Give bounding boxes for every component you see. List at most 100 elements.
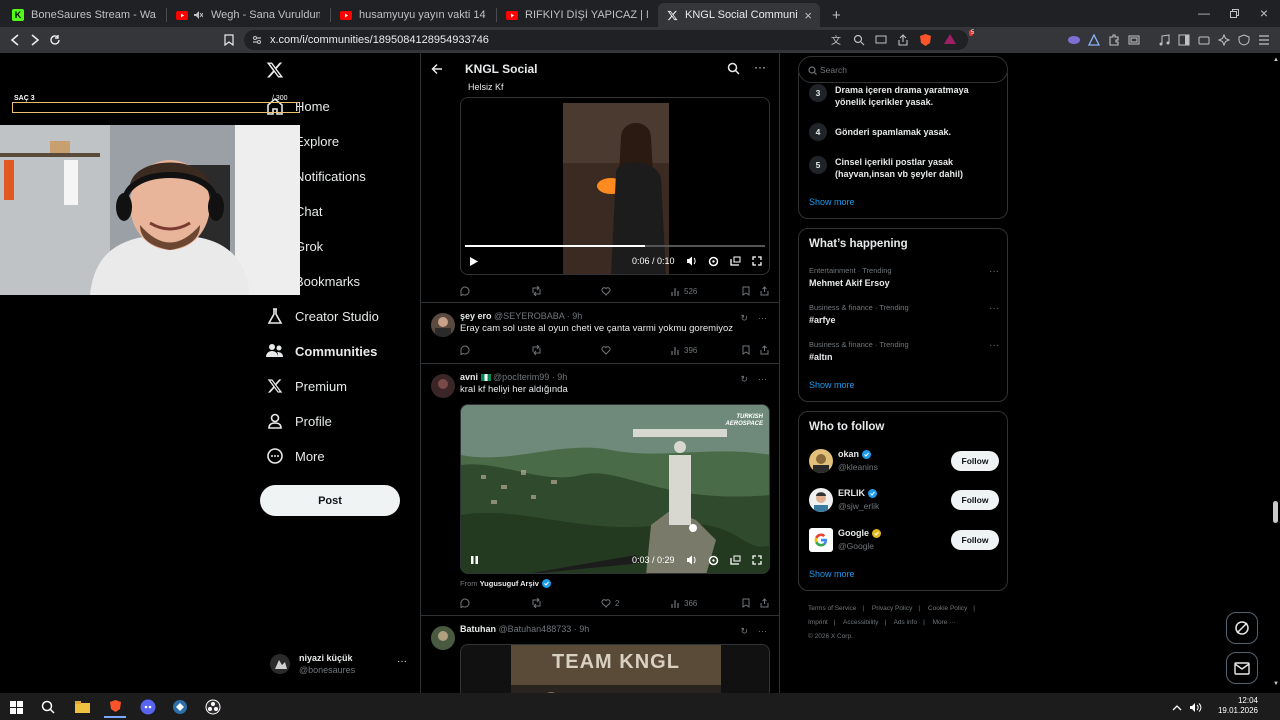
pip-icon[interactable] <box>730 256 741 266</box>
tweet-image[interactable]: TEAM KNGL <box>460 644 770 693</box>
url-field[interactable]: x.com/i/communities/1895084128954933746 … <box>244 30 974 50</box>
volume-icon[interactable] <box>1184 696 1206 718</box>
obs-icon[interactable] <box>202 696 224 718</box>
post-button[interactable]: Post <box>260 485 400 516</box>
terms-link[interactable]: Terms of Service <box>808 605 856 612</box>
tab-husamyuyu[interactable]: husamyuyu yayın vakti 14 - YouTube <box>332 3 494 27</box>
reply-icon[interactable] <box>460 596 474 610</box>
follow-suggestion[interactable]: ERLIK @sjw_erlik Follow <box>809 486 999 514</box>
settings-icon[interactable] <box>708 256 719 267</box>
bookmark-icon[interactable] <box>742 284 754 298</box>
minimize-icon[interactable]: — <box>1192 5 1216 21</box>
ads-info-link[interactable]: Ads info <box>894 619 918 626</box>
bookmark-icon[interactable] <box>742 343 754 357</box>
share-icon[interactable] <box>760 284 773 298</box>
follow-suggestion[interactable]: okan @kleanins Follow <box>809 447 999 475</box>
leo-ai-icon[interactable] <box>1216 32 1232 48</box>
grok-icon[interactable]: ↻ <box>740 313 748 324</box>
tweet[interactable]: şey ero @SEYEROBABA · 9h ↻ ··· Eray cam s… <box>421 303 779 364</box>
close-window-icon[interactable]: × <box>1252 5 1276 21</box>
tweet[interactable]: Helsiz Kf 0:06 / 0:10 526 <box>421 82 779 303</box>
pause-icon[interactable] <box>470 555 479 565</box>
trends-show-more-link[interactable]: Show more <box>809 380 855 390</box>
volume-icon[interactable] <box>686 256 697 266</box>
like-icon[interactable] <box>601 343 615 357</box>
messages-fab[interactable] <box>1226 652 1258 684</box>
file-explorer-icon[interactable] <box>71 696 93 718</box>
more-options-icon[interactable]: ··· <box>754 60 766 74</box>
bookmark-page-icon[interactable] <box>220 31 238 49</box>
trend-item[interactable]: Business & finance · Trending #altın ··· <box>809 340 999 362</box>
cookie-link[interactable]: Cookie Policy <box>928 605 967 612</box>
repost-icon[interactable] <box>531 343 546 357</box>
back-icon[interactable] <box>6 31 24 49</box>
accessibility-link[interactable]: Accessibility <box>843 619 878 626</box>
puzzle-icon[interactable] <box>1106 32 1122 48</box>
pip-icon[interactable] <box>730 555 741 565</box>
imprint-link[interactable]: Imprint <box>808 619 828 626</box>
zoom-icon[interactable] <box>853 34 865 46</box>
scroll-up-icon[interactable]: ▲ <box>1273 57 1279 63</box>
translate-icon[interactable]: 文 <box>831 34 843 46</box>
close-tab-icon[interactable]: × <box>804 8 812 23</box>
search-icon[interactable] <box>37 696 59 718</box>
nav-creator-studio[interactable]: Creator Studio <box>264 303 379 329</box>
tab-kngl-social[interactable]: KNGL Social Community / X × <box>658 3 820 27</box>
grok-fab[interactable] <box>1226 612 1258 644</box>
restore-icon[interactable] <box>1222 5 1246 21</box>
like-icon[interactable] <box>601 284 615 298</box>
more-options-icon[interactable]: ··· <box>758 374 767 385</box>
more-options-icon[interactable]: ··· <box>989 266 999 277</box>
nav-communities[interactable]: Communities <box>264 338 377 364</box>
bookmark-icon[interactable] <box>742 596 754 610</box>
reload-icon[interactable] <box>46 31 64 49</box>
more-options-icon[interactable]: ··· <box>758 313 767 324</box>
views-count[interactable]: 526 <box>671 284 697 298</box>
account-menu-icon[interactable]: ··· <box>397 656 407 667</box>
music-icon[interactable] <box>1156 32 1172 48</box>
more-options-icon[interactable]: ··· <box>989 303 999 314</box>
tab-bonesaures[interactable]: K BoneSaures Stream - Watch Live on K <box>4 3 164 27</box>
wallet-icon[interactable] <box>1126 32 1142 48</box>
like-button[interactable]: 2 <box>601 596 619 610</box>
cast-icon[interactable] <box>875 34 887 46</box>
tab-wegh[interactable]: Wegh - Sana Vuruldum / Ulubatlı <box>168 3 328 27</box>
follow-button[interactable]: Follow <box>951 490 999 510</box>
repost-icon[interactable] <box>531 284 546 298</box>
more-options-icon[interactable]: ··· <box>989 340 999 351</box>
brave-rewards-icon[interactable]: 5 <box>943 30 974 47</box>
forward-icon[interactable] <box>26 31 44 49</box>
app-icon[interactable] <box>169 696 191 718</box>
brave-shield-icon[interactable] <box>919 33 932 47</box>
repost-icon[interactable] <box>531 596 546 610</box>
nav-profile[interactable]: Profile <box>264 408 332 434</box>
settings-icon[interactable] <box>708 555 719 566</box>
play-icon[interactable] <box>469 256 479 267</box>
triangle-extension-icon[interactable] <box>1086 32 1102 48</box>
tab-rifkiyi[interactable]: RIFKIYI DİŞİ YAPICAZ | Madara Oldul <box>498 3 656 27</box>
fullscreen-icon[interactable] <box>752 256 762 266</box>
trend-item[interactable]: Business & finance · Trending #arfye ··· <box>809 303 999 325</box>
volume-icon[interactable] <box>686 555 697 565</box>
grok-icon[interactable]: ↻ <box>740 374 748 385</box>
windows-start-icon[interactable] <box>5 696 27 718</box>
follow-suggestion[interactable]: Google @Google Follow <box>809 526 999 554</box>
views-count[interactable]: 396 <box>671 343 697 357</box>
reply-icon[interactable] <box>460 284 474 298</box>
sidebar-icon[interactable] <box>1176 32 1192 48</box>
scrollbar-thumb[interactable] <box>1273 501 1278 523</box>
tweet[interactable]: avni @pocIterim99 · 9h ↻ ··· kral kf heli… <box>421 364 779 616</box>
nav-premium[interactable]: Premium <box>264 373 347 399</box>
x-logo-icon[interactable] <box>266 61 284 79</box>
search-icon[interactable] <box>727 62 740 75</box>
views-count[interactable]: 366 <box>671 596 697 610</box>
rules-show-more-link[interactable]: Show more <box>809 197 855 207</box>
reply-icon[interactable] <box>460 343 474 357</box>
privacy-link[interactable]: Privacy Policy <box>872 605 912 612</box>
site-settings-icon[interactable] <box>252 35 262 45</box>
back-arrow-icon[interactable] <box>431 63 443 75</box>
nav-more[interactable]: More <box>264 443 325 469</box>
more-link[interactable]: More ··· <box>933 619 956 626</box>
follow-show-more-link[interactable]: Show more <box>809 569 855 579</box>
discord-icon[interactable] <box>137 696 159 718</box>
